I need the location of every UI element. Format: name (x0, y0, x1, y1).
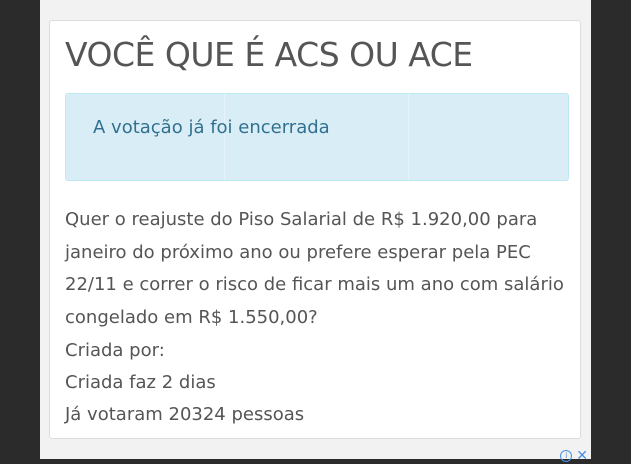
info-icon[interactable]: i (560, 450, 573, 462)
poll-card: VOCÊ QUE É ACS OU ACE A votação já foi e… (49, 20, 581, 439)
poll-vote-count: Já votaram 20324 pessoas (65, 404, 305, 425)
poll-question: Quer o reajuste do Piso Salarial de R$ 1… (65, 209, 564, 328)
poll-closed-alert: A votação já foi encerrada (65, 93, 569, 181)
alert-message: A votação já foi encerrada (93, 117, 330, 138)
poll-created-ago: Criada faz 2 dias (65, 372, 216, 393)
alert-fold-line (408, 94, 409, 180)
close-icon[interactable]: ✕ (576, 449, 588, 463)
poll-created-by: Criada por: (65, 340, 165, 361)
ad-choices[interactable]: i ✕ (560, 449, 588, 463)
poll-title: VOCÊ QUE É ACS OU ACE (65, 35, 473, 74)
